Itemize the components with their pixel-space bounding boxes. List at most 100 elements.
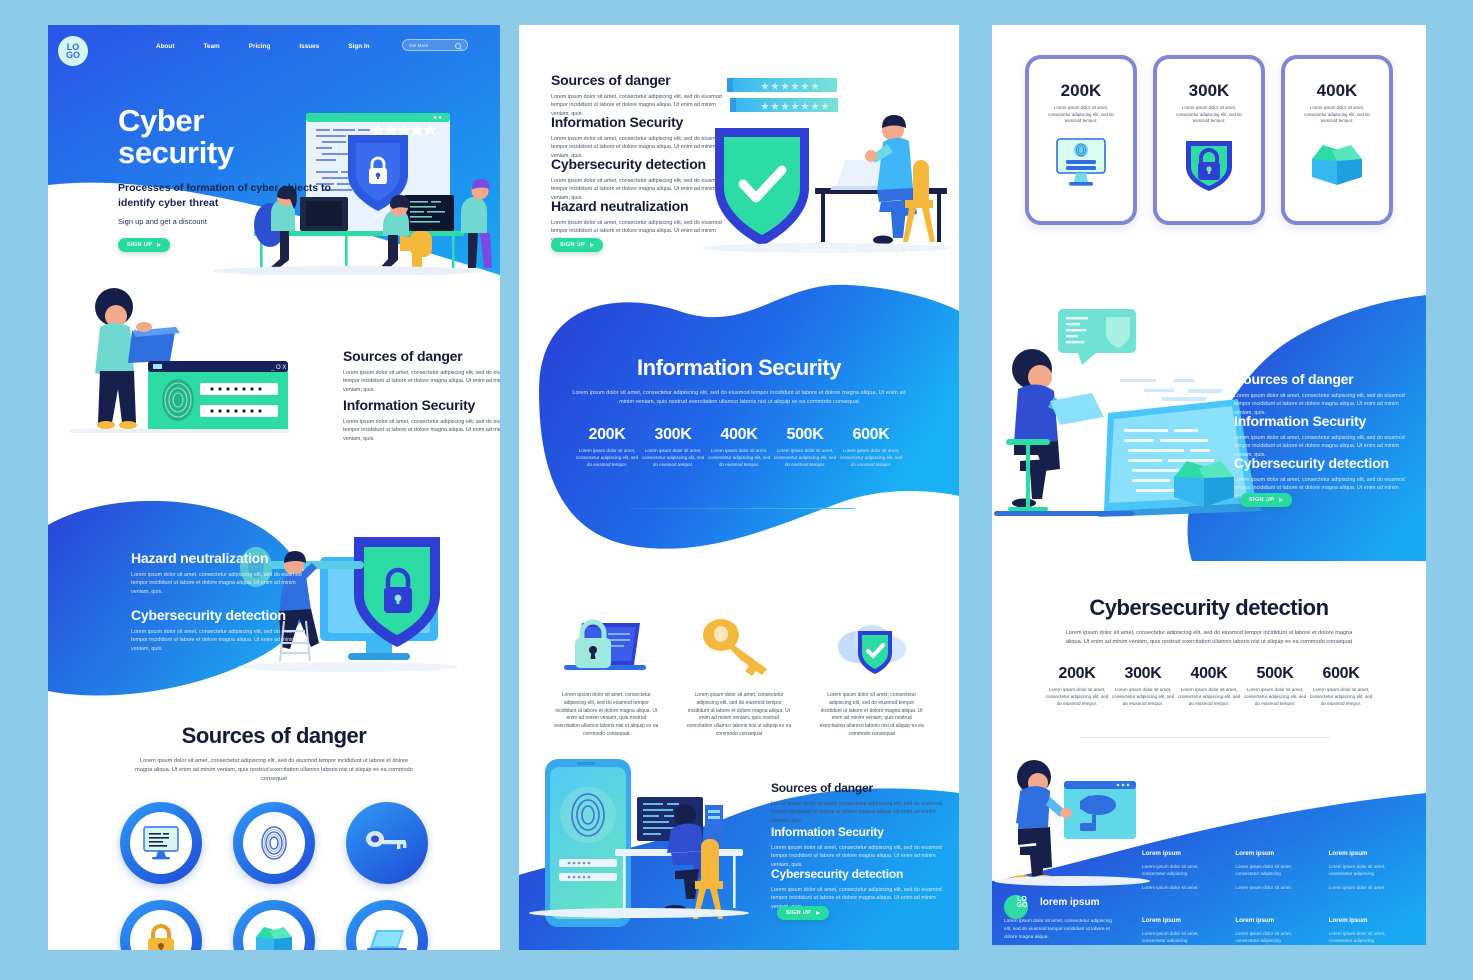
stat-caption: Lorem ipsum dolor sit amet, consectetur … <box>1177 686 1241 706</box>
stat-card[interactable]: 200K Lorem ipsum dolor sit amet, consect… <box>1025 55 1137 225</box>
panel2-hero-feature-3: Cybersecurity detection Lorem ipsum dolo… <box>551 156 723 202</box>
panel1-hero-section: LO GO About Team Pricing Issues Sign In … <box>48 25 500 275</box>
stat-card[interactable]: 400K Lorem ipsum dolor sit amet, consect… <box>1281 55 1393 225</box>
footer-brand-tagline: lorem ipsum <box>1040 897 1100 908</box>
stats-row: 200K Lorem ipsum dolor sit amet, consect… <box>992 665 1426 708</box>
stats-row: 200K Lorem ipsum dolor sit amet, consect… <box>519 426 959 469</box>
feature-title: Hazard neutralization <box>551 198 689 214</box>
open-box-icon <box>1312 144 1362 185</box>
stat-caption: Lorem ipsum dolor sit amet, consectetur … <box>1045 686 1109 706</box>
key-icon <box>703 619 767 676</box>
nav-item-pricing[interactable]: Pricing <box>249 43 271 50</box>
footer-column-line[interactable]: Lorem ipsum dolor sit amet <box>1142 884 1214 891</box>
stat-item: 400K Lorem ipsum dolor sit amet, consect… <box>706 426 772 469</box>
hazard-blob-background <box>48 500 458 696</box>
card-caption: Lorem ipsum dolor sit amet, consectetur … <box>1304 105 1370 124</box>
footer-column-title: Lorem ipsum <box>1142 850 1181 857</box>
divider <box>1080 737 1330 738</box>
stat-card[interactable]: 300K Lorem ipsum dolor sit amet, consect… <box>1153 55 1265 225</box>
feature-title: Hazard neutralization <box>131 550 269 566</box>
stat-value: 200K <box>1058 664 1096 682</box>
footer-column-line[interactable]: Lorem ipsum dolor sit amet <box>1235 884 1307 891</box>
stat-value: 200K <box>588 426 626 443</box>
footer-column-title: Lorem ipsum <box>1328 850 1368 857</box>
monitor-login-icon <box>1056 138 1106 186</box>
panel1-icon-grid-section: Sources of danger Lorem ipsum dolor sit … <box>48 723 500 950</box>
sign-up-label: SIGN UP <box>560 242 586 248</box>
footer-column-title: Lorem ipsum <box>1328 917 1368 925</box>
shield-desk-illustration <box>702 78 952 253</box>
search-icon <box>455 43 461 49</box>
nav-item-issues[interactable]: Issues <box>299 43 319 50</box>
panel3-footer-section: LO GO lorem ipsum Lorem ipsum dolor sit … <box>992 755 1426 945</box>
stat-caption: Lorem ipsum dolor sit amet, consectetur … <box>1309 686 1373 706</box>
laptop-icon <box>367 929 408 950</box>
feature-title: Cybersecurity detection <box>131 607 286 623</box>
footer-column-line[interactable]: Lorem ipsum dolor sit amet, consectetur … <box>1142 863 1214 878</box>
search-input[interactable]: Get More <box>402 39 468 51</box>
stat-item: 200K Lorem ipsum dolor sit amet, consect… <box>1044 665 1110 708</box>
icon-circle-key[interactable] <box>346 801 429 884</box>
play-arrow-icon <box>1279 498 1284 502</box>
card-art <box>1053 137 1109 194</box>
footer-column: Lorem ipsum Lorem ipsum dolor sit amet, … <box>1142 850 1225 891</box>
top-navigation: LO GO About Team Pricing Issues Sign In … <box>48 36 500 66</box>
footer-column-line[interactable]: Lorem ipsum dolor sit amet, consectetur … <box>1235 863 1307 878</box>
footer-column-line[interactable]: Lorem ipsum dolor sit amet, consectetur … <box>1235 930 1307 945</box>
nav-item-sign-in[interactable]: Sign In <box>348 43 369 50</box>
stat-caption: Lorem ipsum dolor sit amet, consectetur … <box>575 448 639 467</box>
page-title: Cyber security <box>118 103 333 171</box>
hero-note: Sign up and get a discount <box>118 216 207 226</box>
panel3-stats-section: Cybersecurity detection Lorem ipsum dolo… <box>992 585 1426 755</box>
footer-column: Lorem ipsum Lorem ipsum dolor sit amet, … <box>1329 917 1412 945</box>
panel2-bottom-feature-2: Information Security Lorem ipsum dolor s… <box>771 825 943 869</box>
footer-column: Lorem ipsum Lorem ipsum dolor sit amet, … <box>1235 917 1318 945</box>
stat-item: 400K Lorem ipsum dolor sit amet, consect… <box>1176 665 1242 708</box>
feature-title: Cybersecurity detection <box>771 867 904 881</box>
hero-title-line-2: security <box>118 135 234 171</box>
landing-page-panel-2: Sources of danger Lorem ipsum dolor sit … <box>519 25 959 950</box>
feature-body: Lorem ipsum dolor sit amet, consectetur … <box>771 801 942 824</box>
panel2-bottom-feature-1: Sources of danger Lorem ipsum dolor sit … <box>771 781 943 825</box>
cloud-shield-check-icon <box>837 625 906 674</box>
footer-column-line[interactable]: Lorem ipsum dolor sit amet, consectetur … <box>1142 930 1214 945</box>
feature-title: Cybersecurity detection <box>551 156 706 172</box>
card-value: 300K <box>1188 81 1230 100</box>
nav-item-team[interactable]: Team <box>203 43 219 50</box>
panel1-features-section: _ O X Sources of danger Lorem ipsum dolo… <box>48 283 500 463</box>
footer-column: Lorem ipsum Lorem ipsum dolor sit amet, … <box>1235 850 1318 891</box>
logo[interactable]: LO GO <box>58 36 88 66</box>
icon-circle-laptop[interactable] <box>346 899 429 950</box>
panel2-hero-feature-2: Information Security Lorem ipsum dolor s… <box>551 114 723 160</box>
stat-value: 300K <box>1124 664 1162 682</box>
feature-information-security: Information Security Lorem ipsum dolor s… <box>343 397 500 443</box>
icon-circle-open-box[interactable] <box>232 899 315 950</box>
footer-column-line[interactable]: Lorem ipsum dolor sit amet, consectetur … <box>1329 863 1401 878</box>
panel2-hero-feature-1: Sources of danger Lorem ipsum dolor sit … <box>551 72 723 118</box>
hero-copy: Cyber security Processes of formation of… <box>118 103 333 252</box>
sign-up-button[interactable]: SIGN UP <box>777 906 830 920</box>
footer-column-line[interactable]: Lorem ipsum dolor sit amet, consectetur … <box>1329 930 1401 945</box>
card-value: 400K <box>1316 81 1358 100</box>
sign-up-label: SIGN UP <box>127 241 153 248</box>
feature-body: Lorem ipsum dolor sit amet, consectetur … <box>771 845 942 868</box>
stats-blob-background <box>539 284 959 549</box>
stat-item: 600K Lorem ipsum dolor sit amet, consect… <box>1308 665 1374 708</box>
stat-item: 300K Lorem ipsum dolor sit amet, consect… <box>640 426 706 469</box>
footer-column-line[interactable]: Lorem ipsum dolor sit amet <box>1329 884 1401 891</box>
nav-item-about[interactable]: About <box>156 43 174 50</box>
icon-circle-fingerprint[interactable] <box>232 801 315 884</box>
poster-stage: LO GO About Team Pricing Issues Sign In … <box>0 0 1473 980</box>
footer-column: Lorem ipsum Lorem ipsum dolor sit amet, … <box>1329 850 1412 891</box>
icon-circle-padlock[interactable] <box>119 899 202 950</box>
sign-up-button[interactable]: SIGN UP <box>1240 493 1293 507</box>
landing-page-panel-1: LO GO About Team Pricing Issues Sign In … <box>48 25 500 950</box>
footer-logo[interactable]: LO GO <box>1010 896 1034 910</box>
feature-title: Sources of danger <box>1234 371 1354 387</box>
hero-title-line-1: Cyber <box>118 103 204 138</box>
feature-title: Sources of danger <box>551 72 671 88</box>
icon-circle-monitor-document[interactable] <box>119 801 202 884</box>
panel3-hero-feature-2: Information Security Lorem ipsum dolor s… <box>1234 413 1406 459</box>
sign-up-button[interactable]: SIGN UP <box>551 238 604 252</box>
sign-up-button[interactable]: SIGN UP <box>118 237 171 252</box>
